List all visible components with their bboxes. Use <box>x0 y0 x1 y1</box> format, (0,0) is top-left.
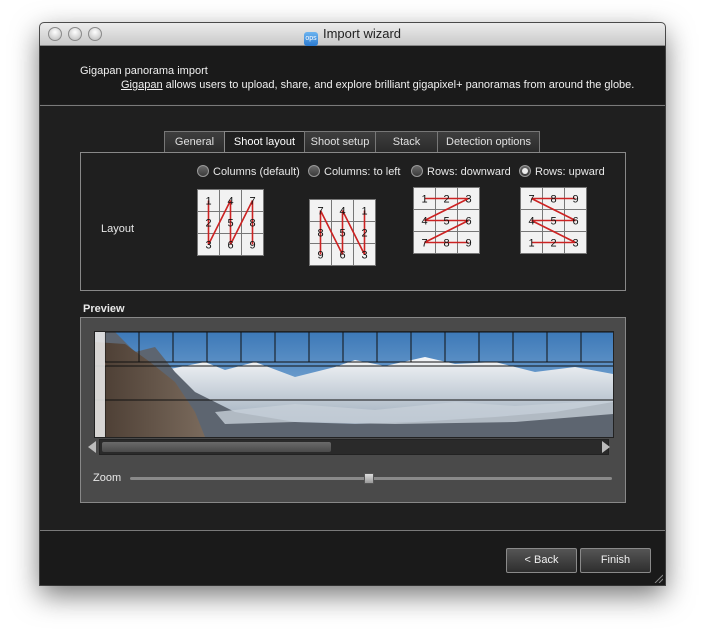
layout-diagram-rows-upward[interactable]: 7 8 9 4 5 6 1 2 3 <box>520 187 587 254</box>
panorama-image <box>95 332 613 437</box>
radio-dot-selected[interactable] <box>519 165 531 177</box>
radio-dot[interactable] <box>197 165 209 177</box>
zoom-slider-knob[interactable] <box>364 473 374 484</box>
scroll-left-arrow-icon[interactable] <box>88 441 96 453</box>
radio-dot[interactable] <box>411 165 423 177</box>
layout-grid: 7 4 1 8 5 2 9 6 3 <box>309 199 376 266</box>
import-wizard-window: ops Import wizard Gigapan panorama import… <box>40 23 665 585</box>
layout-diagram-columns-default[interactable]: 1 4 7 2 5 8 3 6 9 <box>197 189 264 256</box>
scroll-right-arrow-icon[interactable] <box>602 441 610 453</box>
radio-rows-upward[interactable]: Rows: upward <box>519 165 605 179</box>
shoot-layout-panel: Layout Columns (default) Columns: to lef… <box>80 152 626 291</box>
layout-diagram-columns-to-left[interactable]: 7 4 1 8 5 2 9 6 3 <box>309 199 376 266</box>
layout-grid: 1 4 7 2 5 8 3 6 9 <box>197 189 264 256</box>
grid-cell-number: 4 <box>528 216 534 228</box>
app-icon: ops <box>303 32 318 46</box>
tab-general[interactable]: General <box>164 131 225 153</box>
tab-detection-options[interactable]: Detection options <box>437 131 540 153</box>
wizard-header: Gigapan panorama import Gigapan allows u… <box>40 46 665 104</box>
radio-label: Rows: downward <box>427 166 511 178</box>
grid-cell-number: 8 <box>249 218 255 230</box>
radio-dot[interactable] <box>308 165 320 177</box>
resize-grip-icon[interactable] <box>653 573 663 583</box>
grid-cell-number: 7 <box>528 194 534 206</box>
grid-cell-number: 3 <box>205 240 211 252</box>
scrollbar-thumb[interactable] <box>102 442 331 452</box>
tab-stack[interactable]: Stack <box>375 131 438 153</box>
grid-cell-number: 1 <box>528 238 534 250</box>
grid-cell-number: 2 <box>361 228 367 240</box>
header-title: Gigapan panorama import <box>80 65 208 77</box>
grid-cell-number: 8 <box>550 194 556 206</box>
radio-label: Columns: to left <box>324 166 401 178</box>
zoom-label: Zoom <box>93 472 122 484</box>
grid-cell-number: 6 <box>572 216 578 228</box>
grid-cell-number: 1 <box>421 194 427 206</box>
gigapan-link[interactable]: Gigapan <box>121 79 163 91</box>
grid-cell-number: 5 <box>550 216 556 228</box>
grid-cell-number: 3 <box>465 194 471 206</box>
radio-columns-to-left[interactable]: Columns: to left <box>308 165 400 179</box>
header-divider <box>40 105 665 106</box>
grid-cell-number: 9 <box>249 240 255 252</box>
grid-cell-number: 7 <box>317 206 323 218</box>
grid-cell-number: 6 <box>339 250 345 262</box>
panorama-preview <box>94 331 614 438</box>
preview-box: Zoom <box>80 317 626 503</box>
grid-cell-number: 3 <box>572 238 578 250</box>
header-description: Gigapan allows users to upload, share, a… <box>121 79 634 91</box>
title-bar: ops Import wizard <box>40 23 665 46</box>
grid-cell-number: 3 <box>361 250 367 262</box>
preview-horizontal-scrollbar[interactable] <box>99 439 609 455</box>
preview-label: Preview <box>83 303 125 315</box>
window-title: Import wizard <box>322 26 402 41</box>
grid-cell-number: 7 <box>421 238 427 250</box>
layout-grid: 1 2 3 4 5 6 7 8 9 <box>413 187 480 254</box>
radio-columns-default[interactable]: Columns (default) <box>197 165 300 179</box>
grid-cell-number: 8 <box>317 228 323 240</box>
grid-cell-number: 2 <box>443 194 449 206</box>
grid-cell-number: 4 <box>339 206 345 218</box>
header-description-text: allows users to upload, share, and explo… <box>162 79 635 91</box>
grid-cell-number: 5 <box>227 218 233 230</box>
grid-cell-number: 2 <box>205 218 211 230</box>
tab-shoot-layout[interactable]: Shoot layout <box>224 131 305 154</box>
grid-cell-number: 2 <box>550 238 556 250</box>
grid-cell-number: 7 <box>249 196 255 208</box>
grid-cell-number: 4 <box>421 216 427 228</box>
finish-button[interactable]: Finish <box>580 548 651 573</box>
grid-cell-number: 4 <box>227 196 233 208</box>
window-title-area: ops Import wizard <box>40 26 665 46</box>
layout-grid: 7 8 9 4 5 6 1 2 3 <box>520 187 587 254</box>
radio-label: Columns (default) <box>213 166 300 178</box>
grid-cell-number: 9 <box>317 250 323 262</box>
grid-cell-number: 5 <box>443 216 449 228</box>
radio-rows-downward[interactable]: Rows: downward <box>411 165 511 179</box>
grid-cell-number: 9 <box>572 194 578 206</box>
grid-cell-number: 1 <box>205 196 211 208</box>
grid-cell-number: 6 <box>227 240 233 252</box>
layout-diagram-rows-downward[interactable]: 1 2 3 4 5 6 7 8 9 <box>413 187 480 254</box>
grid-cell-number: 9 <box>465 238 471 250</box>
grid-cell-number: 6 <box>465 216 471 228</box>
grid-cell-number: 8 <box>443 238 449 250</box>
layout-label: Layout <box>101 223 135 235</box>
radio-label: Rows: upward <box>535 166 605 178</box>
back-button[interactable]: < Back <box>506 548 577 573</box>
tab-shoot-setup[interactable]: Shoot setup <box>304 131 376 153</box>
grid-cell-number: 1 <box>361 206 367 218</box>
grid-cell-number: 5 <box>339 228 345 240</box>
